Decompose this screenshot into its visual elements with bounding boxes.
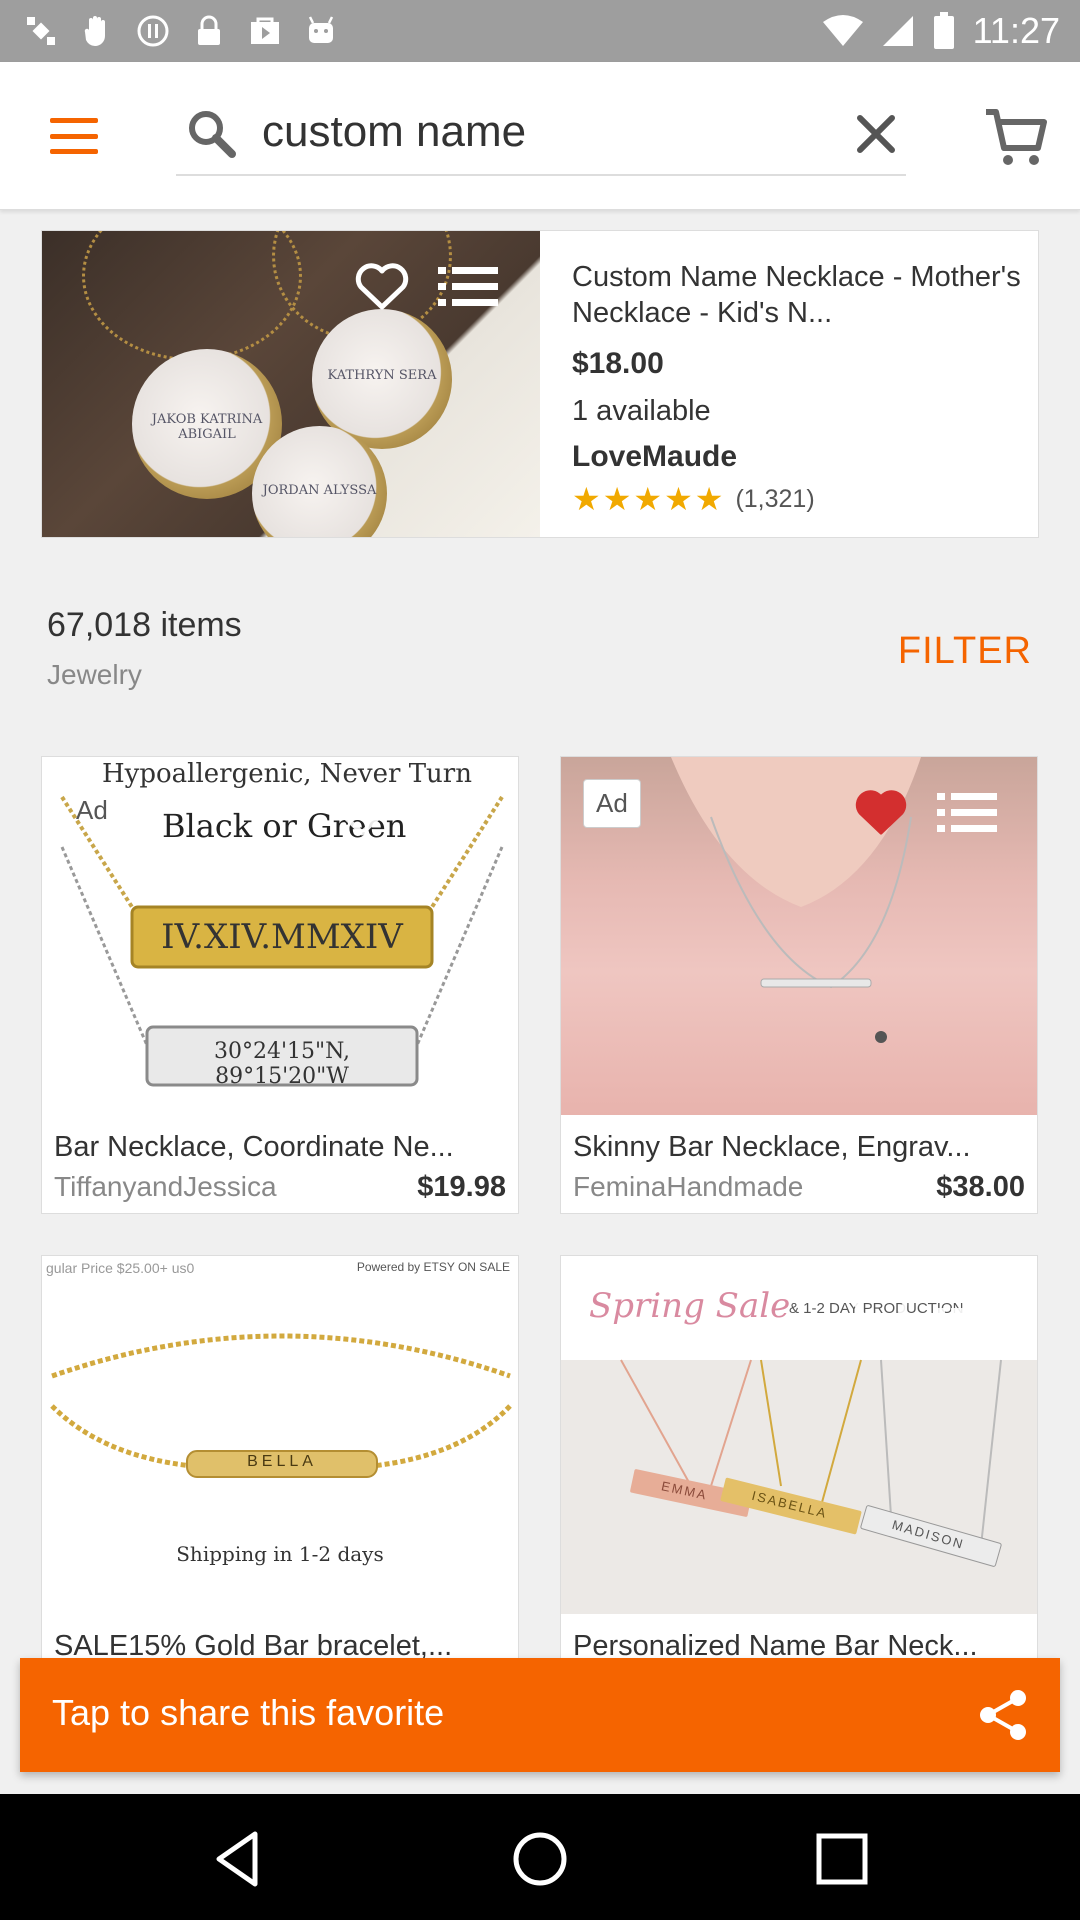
listing-title[interactable]: Bar Necklace, Coordinate Ne...	[54, 1131, 454, 1164]
pause-icon	[136, 14, 170, 48]
listing-card[interactable]: Spring Sale & 1-2 DAY PRODUCTION EMMA IS…	[560, 1255, 1038, 1715]
satellite-icon	[24, 14, 58, 48]
listing-card[interactable]: Hypoallergenic, Never Turn Black or Gree…	[41, 756, 519, 1214]
listing-availability: 1 available	[572, 395, 711, 427]
search-icon	[186, 108, 238, 165]
clock: 11:27	[972, 10, 1060, 51]
play-store-icon	[248, 14, 282, 48]
featured-listing-image[interactable]: JAKOB KATRINA ABIGAIL KATHRYN SERA JORDA…	[42, 231, 540, 537]
listing-image[interactable]: gular Price $25.00+ us0 Powered by ETSY …	[42, 1256, 518, 1614]
shop-name[interactable]: LoveMaude	[572, 440, 1022, 474]
listing-card[interactable]: gular Price $25.00+ us0 Powered by ETSY …	[41, 1255, 519, 1715]
rating-count: (1,321)	[735, 484, 815, 513]
status-bar: 11:27	[0, 0, 1080, 62]
home-icon[interactable]	[505, 1824, 575, 1894]
listing-image[interactable]: Hypoallergenic, Never Turn Black or Gree…	[42, 757, 518, 1115]
ad-badge: Ad	[583, 779, 641, 828]
search-bar[interactable]: custom name	[176, 92, 906, 176]
android-icon	[304, 14, 338, 48]
listing-image[interactable]: Ad	[561, 757, 1037, 1115]
category-label: Jewelry	[47, 659, 142, 690]
menu-icon[interactable]	[38, 108, 110, 164]
shop-name[interactable]: TiffanyandJessica	[54, 1171, 277, 1203]
lock-icon	[192, 14, 226, 48]
listing-price: $38.00	[936, 1171, 1025, 1203]
system-nav-bar	[0, 1794, 1080, 1920]
search-input[interactable]: custom name	[262, 102, 526, 162]
share-icon[interactable]	[974, 1686, 1032, 1744]
recents-icon[interactable]	[807, 1824, 877, 1894]
list-icon[interactable]	[418, 787, 478, 839]
rating: ★★★★★ (1,321)	[572, 480, 1022, 518]
app-bar: custom name	[0, 62, 1080, 210]
filter-button[interactable]: FILTER	[898, 630, 1032, 673]
list-icon[interactable]	[418, 1286, 478, 1338]
listing-card[interactable]: Ad Skinny Bar Necklace, Engrav... Femina…	[560, 756, 1038, 1214]
listing-image[interactable]: Spring Sale & 1-2 DAY PRODUCTION EMMA IS…	[561, 1256, 1037, 1614]
heart-icon[interactable]	[332, 1286, 392, 1338]
heart-icon[interactable]	[851, 1286, 911, 1338]
listing-price: $19.98	[417, 1171, 506, 1203]
shop-name[interactable]: FeminaHandmade	[573, 1171, 803, 1203]
list-icon[interactable]	[438, 261, 498, 313]
star-rating: ★★★★★	[572, 481, 726, 517]
heart-icon[interactable]	[851, 787, 911, 839]
close-icon[interactable]	[846, 104, 906, 164]
results-summary: 67,018 items Jewelry	[47, 606, 242, 691]
share-favorite-toast[interactable]: Tap to share this favorite	[20, 1658, 1060, 1772]
listing-price: $18.00	[572, 347, 664, 380]
listing-title[interactable]: Skinny Bar Necklace, Engrav...	[573, 1131, 971, 1164]
list-icon[interactable]	[937, 787, 997, 839]
wifi-icon	[822, 15, 863, 46]
heart-icon[interactable]	[352, 261, 412, 313]
signal-icon	[882, 16, 913, 46]
featured-listing-card[interactable]: JAKOB KATRINA ABIGAIL KATHRYN SERA JORDA…	[41, 230, 1039, 538]
back-icon[interactable]	[203, 1824, 273, 1894]
list-icon[interactable]	[937, 1286, 997, 1338]
listing-title[interactable]: Custom Name Necklace - Mother's Necklace…	[572, 259, 1022, 331]
hand-icon	[80, 14, 114, 48]
cart-icon[interactable]	[980, 102, 1052, 174]
items-count: 67,018 items	[47, 606, 242, 644]
battery-icon	[933, 12, 954, 49]
heart-icon[interactable]	[332, 787, 392, 839]
toast-message[interactable]: Tap to share this favorite	[52, 1692, 444, 1734]
ad-badge: Ad	[76, 795, 108, 825]
